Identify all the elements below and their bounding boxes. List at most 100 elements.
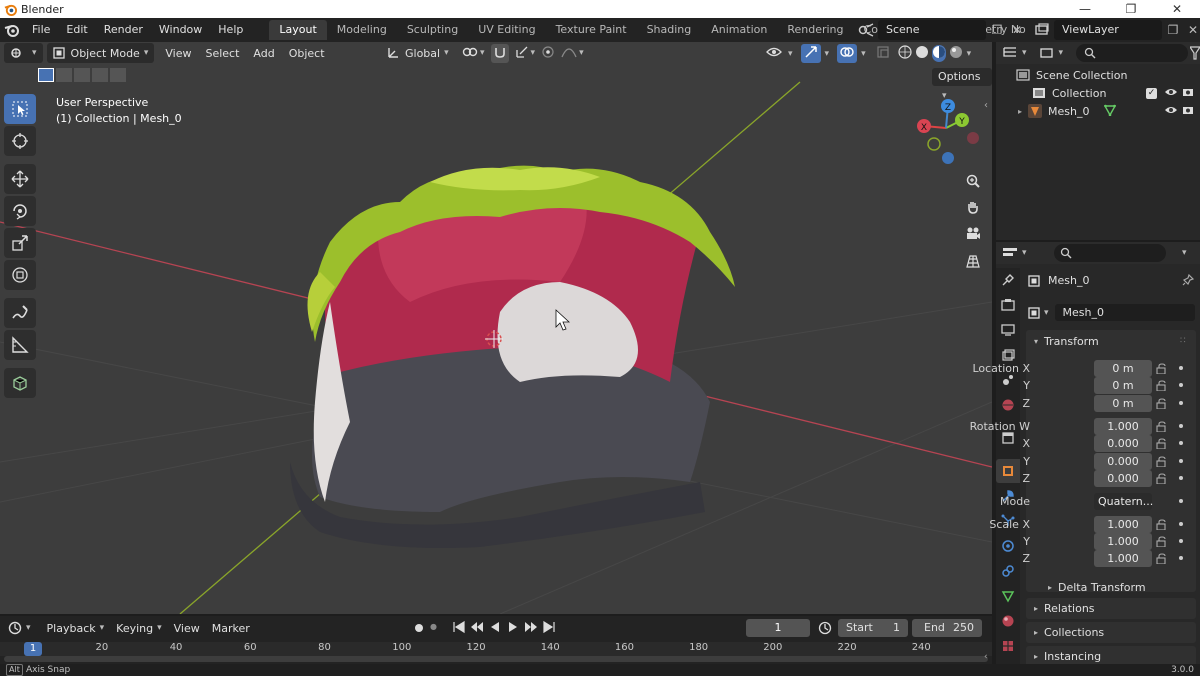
rendered-shading-icon[interactable] [949,45,963,62]
constraints-tab-icon[interactable] [996,559,1020,583]
location-x-field[interactable]: 0 m [1094,360,1152,377]
lock-icon[interactable] [1156,456,1168,470]
add-cube-tool[interactable] [4,368,36,398]
new-scene-icon[interactable]: ❐ [988,21,1006,39]
lock-icon[interactable] [1156,519,1168,533]
select-box-tool[interactable] [4,94,36,124]
transform-tool[interactable] [4,260,36,290]
exclude-checkbox[interactable]: ✓ [1146,87,1157,99]
lock-icon[interactable] [1156,363,1168,377]
proportional-edit-icon[interactable] [541,45,555,62]
rotation-w-field[interactable]: 1.000 [1094,418,1152,435]
camera-view-icon[interactable] [960,220,986,246]
viewport-menu-select[interactable]: Select [198,47,246,60]
measure-tool[interactable] [4,330,36,360]
tab-rendering[interactable]: Rendering [777,20,853,40]
material-preview-shading-icon[interactable] [931,45,946,62]
keying-set-icon[interactable]: ● [430,622,437,631]
tab-shading[interactable]: Shading [637,20,702,40]
transform-orientation[interactable]: Global ▾ [386,44,449,62]
view-layer-selector[interactable]: ViewLayer [1054,20,1162,40]
location-z-field[interactable]: 0 m [1094,395,1152,412]
3d-viewport[interactable]: ▾ Object Mode ▾ View Select Add Object Gl… [0,42,992,614]
outliner-row-mesh[interactable]: ▸ Mesh_0 [996,102,1200,120]
select-new-icon[interactable] [38,68,54,82]
visibility-icon[interactable] [766,45,782,62]
pivot-point-icon[interactable] [462,45,478,62]
physics-tab-icon[interactable] [996,534,1020,558]
keyframe-dot-icon[interactable] [1179,366,1183,370]
lock-icon[interactable] [1156,473,1168,487]
timeline-menu-view[interactable]: View [168,622,206,635]
overlays-toggle-icon[interactable] [837,44,858,63]
timeline-editor-type-icon[interactable]: ▾ [2,621,37,635]
restore-button[interactable]: ❐ [1108,0,1154,18]
collections-header[interactable]: ▸ Collections [1034,626,1104,639]
output-tab-icon[interactable] [996,318,1020,342]
tab-texture-paint[interactable]: Texture Paint [546,20,637,40]
jump-start-icon[interactable] [452,620,466,637]
material-tab-icon[interactable] [996,609,1020,633]
select-subtract-icon[interactable] [74,68,90,82]
delete-view-layer-icon[interactable]: ✕ [1184,21,1200,39]
timeline-menu-playback[interactable]: Playback ▾ [41,622,111,635]
lock-icon[interactable] [1156,438,1168,452]
select-intersect-icon[interactable] [110,68,126,82]
navigation-gizmo[interactable]: X Y Z [910,94,984,164]
properties-search-input[interactable] [1054,244,1166,262]
rotation-y-field[interactable]: 0.000 [1094,453,1152,470]
scale-x-field[interactable]: 1.000 [1094,516,1152,533]
rotation-z-field[interactable]: 0.000 [1094,470,1152,487]
properties-editor-type-icon[interactable]: ▾ [1002,246,1027,260]
tab-uv-editing[interactable]: UV Editing [468,20,545,40]
render-tab-icon[interactable] [996,293,1020,317]
wireframe-shading-icon[interactable] [897,45,912,62]
lock-icon[interactable] [1156,536,1168,550]
tab-sculpting[interactable]: Sculpting [397,20,468,40]
outliner-row-collection[interactable]: Collection ✓ [996,84,1200,102]
pin-icon[interactable] [1182,273,1195,289]
playhead-current-frame[interactable]: 1 [24,642,42,656]
select-invert-icon[interactable] [92,68,108,82]
lock-icon[interactable] [1156,380,1168,394]
lock-icon[interactable] [1156,421,1168,435]
end-frame-field[interactable]: End 250 [912,619,982,637]
instancing-header[interactable]: ▸ Instancing [1034,650,1101,663]
filter-icon[interactable] [1188,46,1200,63]
jump-keyframe-forward-icon[interactable] [524,620,538,637]
xray-toggle-icon[interactable] [876,45,890,62]
blender-menu-icon[interactable] [0,18,24,42]
menu-help[interactable]: Help [210,18,251,42]
play-icon[interactable] [506,620,520,637]
render-camera-icon[interactable] [1182,87,1194,100]
outliner-row-scene-collection[interactable]: Scene Collection [996,66,1200,84]
object-tab-icon[interactable] [996,459,1020,483]
pan-hand-icon[interactable] [960,194,986,220]
scale-z-field[interactable]: 1.000 [1094,550,1152,567]
expand-arrow-icon[interactable]: ▸ [1018,107,1022,116]
rotation-x-field[interactable]: 0.000 [1094,435,1152,452]
frame-ruler[interactable]: 1 20 40 60 80 100 120 140 160 180 200 220 240 [0,642,992,656]
timeline-menu-marker[interactable]: Marker [206,622,256,635]
snap-toggle-icon[interactable] [490,43,509,63]
keyframe-dot-icon[interactable] [1179,556,1183,560]
timeline-scrollbar[interactable] [4,656,988,662]
world-tab-icon[interactable] [996,393,1020,417]
display-mode-icon[interactable]: ▾ [1039,46,1063,60]
keyframe-dot-icon[interactable] [1179,499,1183,503]
new-view-layer-icon[interactable]: ❐ [1164,21,1182,39]
menu-window[interactable]: Window [151,18,210,42]
auto-keying-icon[interactable] [412,621,426,635]
keyframe-dot-icon[interactable] [1179,476,1183,480]
move-tool[interactable] [4,164,36,194]
timeline-collapse-icon[interactable]: ‹ [984,652,988,662]
object-mode-dropdown[interactable]: Object Mode ▾ [46,43,155,63]
keyframe-dot-icon[interactable] [1179,424,1183,428]
transform-panel-header[interactable]: ▾ Transform [1034,335,1099,348]
drag-handle-icon[interactable]: ∷ [1180,336,1186,346]
scene-selector[interactable]: Scene [878,20,986,40]
tool-tab-icon[interactable] [996,268,1020,292]
annotate-tool[interactable] [4,298,36,328]
relations-header[interactable]: ▸ Relations [1034,602,1095,615]
viewport-menu-add[interactable]: Add [246,47,281,60]
